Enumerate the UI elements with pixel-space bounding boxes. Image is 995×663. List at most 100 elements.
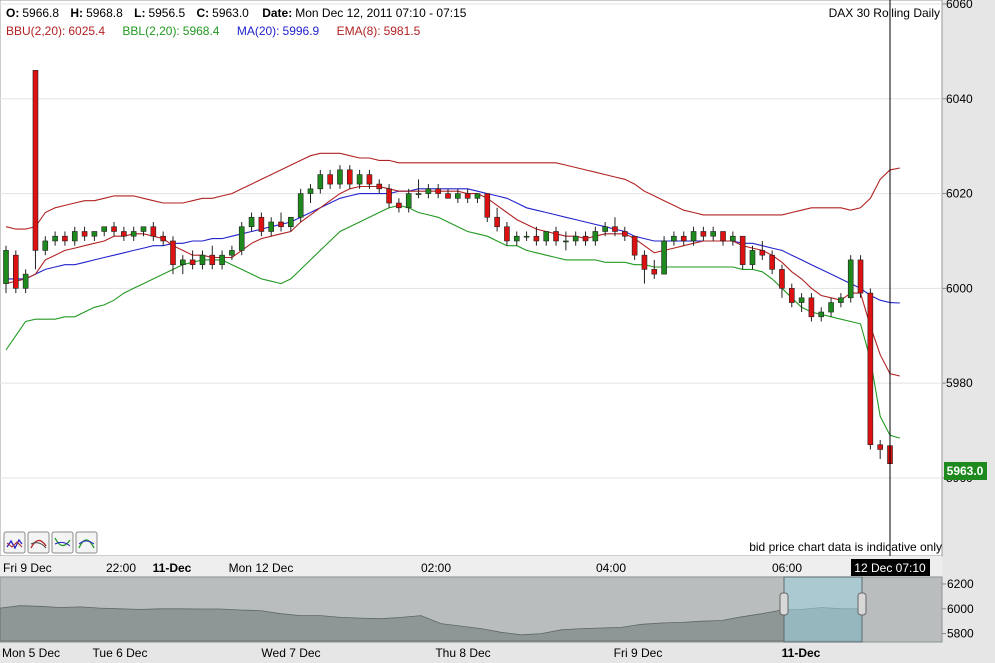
navigator-tick-label: 6200 <box>947 577 974 591</box>
candle-body <box>513 235 520 242</box>
candle <box>32 70 39 270</box>
indicator-legend: BBU(2,20): 6025.4 BBL(2,20): 5968.4 MA(20)… <box>6 24 421 38</box>
candle-body <box>455 193 461 199</box>
candle-body <box>317 174 324 190</box>
candle-body <box>101 226 108 232</box>
y-tick-label: 6000 <box>946 281 973 295</box>
candle-body <box>651 269 658 275</box>
navigator-window[interactable] <box>783 576 863 643</box>
candle-body <box>779 269 785 289</box>
candle-body <box>209 254 216 265</box>
candle-body <box>199 254 206 265</box>
candle-body <box>563 240 569 243</box>
candle-body <box>543 231 550 242</box>
candle-body <box>160 235 166 242</box>
candle-body <box>661 240 667 275</box>
y-tick-label: 6020 <box>946 187 973 201</box>
candle <box>297 188 304 222</box>
candle-body <box>258 216 265 232</box>
candle-body <box>621 231 628 237</box>
navigator-right-handle[interactable] <box>857 592 867 616</box>
candle-body <box>631 235 638 256</box>
candle <box>739 235 746 270</box>
x-label-0400: 04:00 <box>596 561 626 575</box>
candle-body <box>268 221 275 232</box>
crosshair-time-label: 12 Dec 07:10 <box>854 561 926 575</box>
candle <box>857 255 864 298</box>
candle-body <box>13 254 19 289</box>
navigator-x-label: Mon 5 Dec <box>2 646 60 660</box>
ohlc-readout: O: 5966.8 H: 5968.8 L: 5956.5 C: 5963.0 Date… <box>6 6 467 20</box>
candle-body <box>445 193 451 199</box>
candle-body <box>504 226 510 242</box>
x-label-2200: 22:00 <box>106 561 136 575</box>
candle <box>867 288 874 450</box>
candle-body <box>474 193 481 199</box>
last-price-value: 5963.0 <box>947 464 984 478</box>
candle-body <box>180 259 186 265</box>
candle-body <box>150 226 157 237</box>
candle-body <box>278 221 284 228</box>
y-tick-label: 6040 <box>946 92 973 106</box>
instrument-title: DAX 30 Rolling Daily <box>829 6 940 20</box>
candle-body <box>523 235 530 238</box>
chart-style-icon-1[interactable] <box>3 531 26 554</box>
candle-body <box>857 259 864 294</box>
candle-body <box>376 183 383 190</box>
candle-body <box>720 231 726 242</box>
x-label-0200: 02:00 <box>421 561 451 575</box>
candle-body <box>327 174 333 185</box>
candle-body <box>730 235 736 242</box>
candle-body <box>749 250 756 265</box>
candle-body <box>229 250 235 256</box>
candle-body <box>494 216 500 228</box>
candle-body <box>828 302 834 313</box>
candle-body <box>71 231 78 242</box>
navigator-x-label: Thu 8 Dec <box>435 646 490 660</box>
candle-body <box>582 235 589 242</box>
candle-body <box>32 70 39 251</box>
candle-body <box>42 240 49 251</box>
candle-body <box>867 292 874 446</box>
navigator-x-label: 11-Dec <box>782 646 821 660</box>
candle-body <box>847 259 854 299</box>
candle-body <box>91 231 98 237</box>
candle-body <box>769 254 775 270</box>
candle-body <box>818 311 825 318</box>
candle <box>661 236 667 275</box>
navigator-y-ticks: 6200 6000 5800 <box>942 577 974 641</box>
candle-body <box>671 235 677 242</box>
chart-style-icon-4[interactable] <box>75 531 98 554</box>
chart-style-icon-3[interactable] <box>51 531 74 554</box>
candle-body <box>877 444 883 450</box>
navigator-x-label: Fri 9 Dec <box>614 646 663 660</box>
chart-style-icon-2[interactable] <box>27 531 50 554</box>
candle-body <box>3 250 9 284</box>
navigator-x-labels: Mon 5 Dec Tue 6 Dec Wed 7 Dec Thu 8 Dec Fri … <box>2 646 821 660</box>
candle-body <box>739 235 746 265</box>
candle-body <box>121 231 127 237</box>
candle-body <box>238 226 245 251</box>
candle-body <box>838 297 844 303</box>
indicative-notice: bid price chart data is indicative only <box>749 540 942 554</box>
candle-body <box>111 226 117 232</box>
candle-body <box>81 231 88 237</box>
candle-body <box>170 240 176 265</box>
candle-body <box>405 193 412 209</box>
y-tick-label: 5980 <box>946 376 973 390</box>
candle-body <box>219 254 225 265</box>
candle-body <box>484 193 491 218</box>
y-axis-ticks: 596059806000602060406060 <box>942 0 973 485</box>
candle-body <box>62 235 68 242</box>
candle-body <box>288 216 294 228</box>
candle-body <box>464 193 471 199</box>
candle-body <box>641 254 648 270</box>
x-label-0600: 06:00 <box>772 561 802 575</box>
candle-body <box>788 288 795 303</box>
candle-body <box>759 250 766 256</box>
navigator-x-label: Wed 7 Dec <box>261 646 320 660</box>
candle-body <box>366 174 373 185</box>
candle-body <box>808 297 815 318</box>
navigator-left-handle[interactable] <box>779 592 789 616</box>
candle-body <box>612 226 618 232</box>
